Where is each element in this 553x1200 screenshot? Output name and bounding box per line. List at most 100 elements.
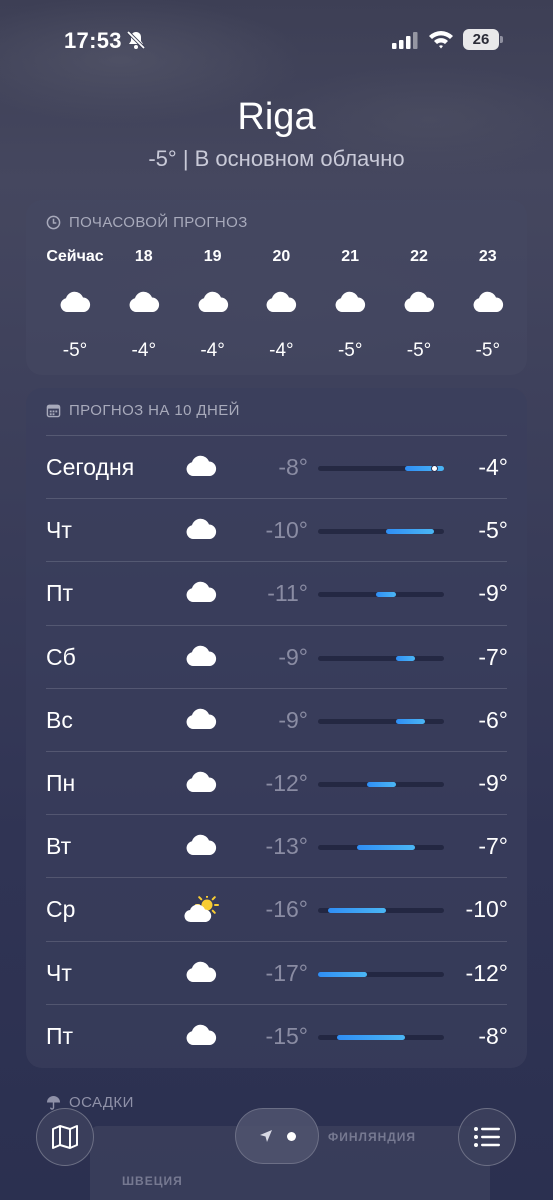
day-high-temp: -8°: [478, 1022, 508, 1049]
daily-row[interactable]: Пт -11° -9°: [46, 561, 508, 624]
hour-label: 21: [341, 248, 360, 265]
current-summary: -5° | В основном облачно: [148, 146, 405, 171]
hour-temp: -5°: [475, 340, 501, 361]
day-name: Пн: [46, 770, 76, 796]
status-bar: 17:53 26: [0, 0, 553, 80]
hour-temp: -5°: [337, 340, 363, 361]
day-name: Чт: [46, 517, 72, 544]
day-name: Вт: [46, 833, 72, 860]
day-low-temp: -15°: [265, 1022, 308, 1049]
hour-label: 20: [272, 248, 291, 265]
list-icon: [474, 1127, 500, 1147]
cloud-icon: [186, 708, 217, 729]
temp-range-fill: [318, 971, 367, 977]
sun-cloud-icon: [184, 893, 219, 923]
daily-forecast-header: ПРОГНОЗ НА 10 ДНЕЙ: [46, 402, 240, 419]
temp-range-bar: [318, 465, 444, 472]
hourly-item: Сейчас -5°: [40, 248, 110, 362]
hour-label: 18: [134, 248, 153, 265]
day-low-temp: -16°: [265, 896, 308, 923]
map-icon: [52, 1125, 78, 1149]
day-high-temp: -7°: [478, 833, 508, 860]
hourly-item: 18 -4°: [109, 248, 179, 362]
hourly-forecast-title: ПОЧАСОВОЙ ПРОГНОЗ: [69, 214, 248, 231]
hour-temp: -4°: [200, 340, 225, 361]
temp-range-fill: [337, 1034, 406, 1040]
day-name: Вс: [46, 706, 73, 733]
daily-row[interactable]: Сб -9° -7°: [46, 624, 508, 688]
day-low-temp: -11°: [267, 580, 308, 607]
day-high-temp: -7°: [478, 643, 508, 670]
temp-range-fill: [385, 529, 435, 535]
day-name: Пт: [46, 1022, 74, 1049]
day-low-temp: -17°: [265, 959, 308, 986]
page-dot-active: [286, 1131, 296, 1141]
daily-row[interactable]: Вт -13° -7°: [46, 814, 508, 877]
temp-range-bar: [318, 782, 444, 787]
hour-label: 22: [410, 248, 428, 265]
hourly-item: 20 -4°: [246, 248, 316, 362]
daily-row[interactable]: Чт -17° -12°: [46, 940, 508, 1004]
day-high-temp: -9°: [478, 580, 508, 607]
temp-range-bar: [318, 971, 444, 977]
day-name: Сб: [46, 643, 76, 670]
temp-range-bar: [318, 718, 444, 724]
daily-row[interactable]: Пн -12° -9°: [46, 751, 508, 814]
day-high-temp: -12°: [465, 959, 508, 986]
status-time: 17:53: [64, 28, 122, 53]
temp-range-bar: [318, 908, 444, 914]
hour-label: Сейчас: [46, 248, 104, 265]
calendar-icon: [46, 404, 61, 418]
page-indicator[interactable]: [235, 1108, 319, 1164]
day-high-temp: -4°: [478, 454, 508, 480]
battery-level: 26: [472, 31, 490, 48]
current-temp-dot: [430, 465, 438, 472]
locations-list-button[interactable]: [458, 1108, 516, 1166]
cloud-icon: [473, 291, 503, 312]
day-high-temp: -10°: [465, 896, 508, 923]
cloud-icon: [186, 771, 217, 792]
cloud-icon: [129, 291, 159, 312]
day-low-temp: -13°: [265, 833, 308, 860]
battery-indicator: 26: [463, 29, 503, 51]
day-low-temp: -9°: [278, 706, 308, 733]
daily-row[interactable]: Ср -16° -10°: [46, 877, 508, 940]
daily-row[interactable]: Вс -9° -6°: [46, 687, 508, 751]
temp-range-bar: [318, 845, 444, 851]
temp-range-fill: [366, 782, 396, 787]
map-label-sweden: ШВЕЦИЯ: [122, 1174, 183, 1188]
day-high-temp: -6°: [478, 706, 508, 733]
hourly-item: 21 -5°: [315, 248, 385, 362]
temp-range-bar: [318, 1034, 444, 1040]
daily-row[interactable]: Пт -15° -8°: [46, 1003, 508, 1067]
day-high-temp: -5°: [478, 517, 508, 544]
day-high-temp: -9°: [478, 770, 508, 796]
cloud-icon: [186, 455, 217, 476]
hourly-item: 22 -5°: [384, 248, 454, 362]
cloud-icon: [186, 518, 217, 540]
cloud-icon: [186, 834, 217, 856]
day-name: Пт: [46, 580, 74, 607]
hour-temp: -4°: [269, 340, 294, 361]
daily-forecast-card[interactable]: ПРОГНОЗ НА 10 ДНЕЙ Сегодня -8° -4° Чт -10° -5…: [26, 388, 527, 1068]
day-low-temp: -8°: [278, 454, 308, 480]
bell-slash-icon: [126, 30, 146, 50]
temp-range-fill: [327, 908, 386, 914]
hourly-forecast-header: ПОЧАСОВОЙ ПРОГНОЗ: [46, 214, 248, 231]
hour-label: 19: [203, 248, 222, 265]
daily-row[interactable]: Чт -10° -5°: [46, 498, 508, 561]
hour-temp: -4°: [131, 340, 157, 361]
map-button[interactable]: [36, 1108, 94, 1166]
daily-row[interactable]: Сегодня -8° -4°: [46, 435, 508, 498]
temp-range-bar: [318, 529, 444, 535]
day-name: Сегодня: [46, 454, 135, 480]
hour-temp: -5°: [406, 340, 432, 361]
cloud-icon: [186, 582, 217, 603]
hourly-forecast-card[interactable]: ПОЧАСОВОЙ ПРОГНОЗ Сейчас -5° 18 -4° 19 -4° 20 -…: [26, 200, 527, 375]
clock-icon: [46, 215, 61, 230]
city-name: Riga: [237, 96, 316, 138]
hour-label: 23: [478, 248, 497, 265]
hour-temp: -5°: [62, 340, 88, 361]
day-name: Ср: [46, 896, 76, 923]
cloud-icon: [266, 291, 297, 312]
